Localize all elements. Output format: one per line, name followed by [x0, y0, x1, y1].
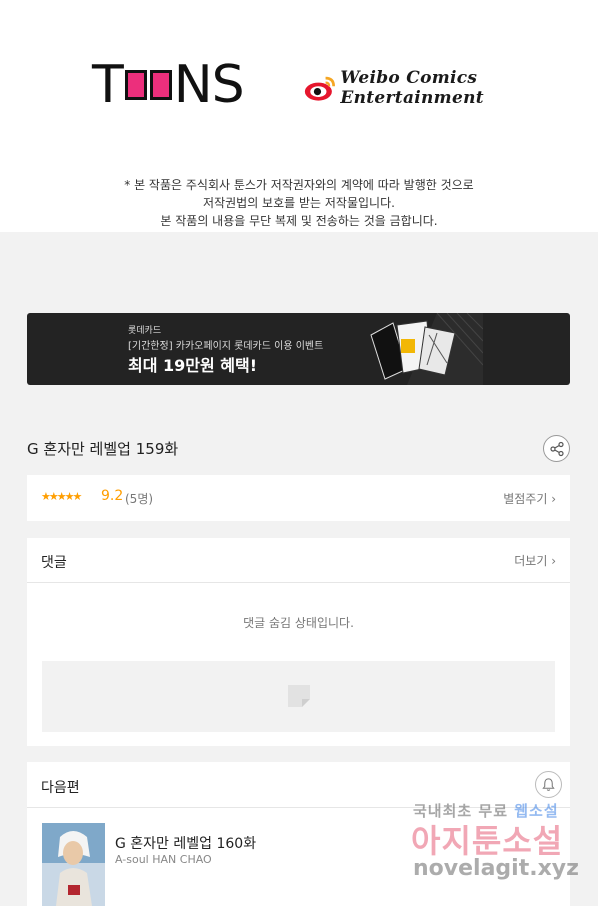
- divider: [27, 582, 570, 583]
- next-episode-author: A-soul HAN CHAO: [115, 853, 212, 866]
- bell-icon: [542, 778, 555, 791]
- share-icon: [549, 441, 564, 456]
- watermark-line3: novelagit.xyz: [413, 856, 579, 881]
- site-watermark: 국내최초 무료 웹소설 아지툰소설 novelagit.xyz: [411, 800, 587, 890]
- comments-card: 댓글 더보기 › 댓글 숨김 상태입니다.: [27, 538, 570, 746]
- toons-logo-ns: NS: [173, 55, 245, 115]
- ad-banner[interactable]: 롯데카드 [기간한정] 카카오페이지 롯데카드 이용 이벤트 최대 19만원 혜…: [27, 313, 570, 385]
- comments-hidden-message: 댓글 숨김 상태입니다.: [243, 616, 354, 630]
- card-illustration: [370, 313, 483, 385]
- toons-logo: T NS: [92, 55, 245, 115]
- notification-button[interactable]: [535, 771, 562, 798]
- comment-placeholder-icon: [288, 685, 310, 707]
- banner-headline: 최대 19만원 혜택!: [128, 356, 258, 375]
- next-episode-section-title: 다음편: [41, 780, 80, 796]
- share-button[interactable]: [543, 435, 570, 462]
- banner-subtitle: [기간한정] 카카오페이지 롯데카드 이용 이벤트: [128, 341, 324, 352]
- copyright-header: T NS Weibo Comics Entertainment * 본 작품은 …: [0, 0, 598, 232]
- rating-count: (5명): [125, 492, 154, 506]
- comments-title: 댓글: [41, 555, 67, 571]
- rating-stars: ★★★★★: [41, 490, 82, 503]
- toons-logo-mark: [124, 70, 172, 100]
- rating-card: ★★★★★ 9.2 (5명) 별점주기 ›: [27, 475, 570, 521]
- copyright-notice: * 본 작품은 주식회사 툰스가 저작권자와의 계약에 따라 발행한 것으로 저…: [0, 176, 598, 230]
- comments-more-link[interactable]: 더보기 ›: [514, 552, 556, 569]
- episode-title: G 혼자만 레벨업 159화: [27, 440, 179, 458]
- rating-score: 9.2: [101, 488, 124, 504]
- weibo-logo: Weibo Comics Entertainment: [304, 68, 598, 108]
- notice-line: 본 작품의 내용을 무단 복제 및 전송하는 것을 금합니다.: [160, 214, 438, 228]
- notice-line: 저작권법의 보호를 받는 저작물입니다.: [203, 196, 395, 210]
- toons-logo-t: T: [92, 55, 124, 115]
- banner-brand: 롯데카드: [128, 326, 162, 336]
- comment-input-box[interactable]: [42, 661, 555, 732]
- notice-line: * 본 작품은 주식회사 툰스가 저작권자와의 계약에 따라 발행한 것으로: [124, 178, 474, 192]
- next-episode-title[interactable]: G 혼자만 레벨업 160화: [115, 833, 256, 853]
- weibo-logo-text: Weibo Comics Entertainment: [340, 68, 484, 108]
- next-episode-thumbnail[interactable]: [42, 823, 105, 906]
- rate-button[interactable]: 별점주기 ›: [503, 490, 556, 507]
- weibo-eye-icon: [304, 76, 335, 101]
